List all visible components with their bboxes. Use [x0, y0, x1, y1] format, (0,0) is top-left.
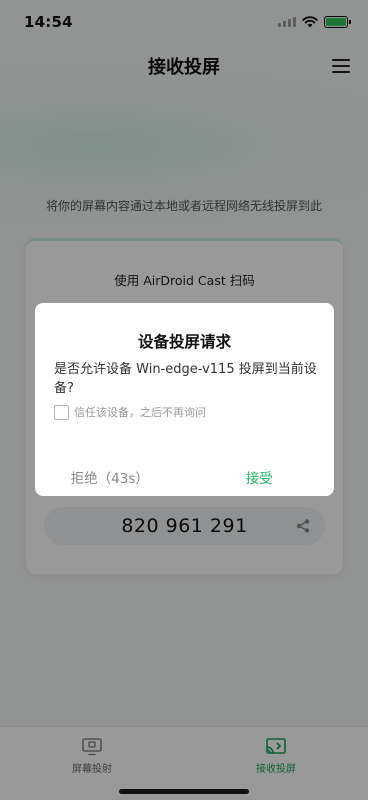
dialog-title: 设备投屏请求 — [137, 333, 231, 351]
reject-button[interactable]: 拒绝（43s） — [35, 467, 185, 487]
trust-device-label: 信任该设备，之后不再询问 — [74, 406, 206, 419]
trust-device-checkbox[interactable] — [54, 404, 69, 420]
home-indicator[interactable] — [119, 789, 249, 794]
trust-device-option[interactable]: 信任该设备，之后不再询问 — [54, 404, 206, 420]
accept-button[interactable]: 接受 — [185, 467, 335, 487]
dialog-actions: 拒绝（43s） 接受 — [35, 467, 334, 487]
cast-request-dialog: 设备投屏请求 是否允许设备 Win-edge-v115 投屏到当前设备? 信任该… — [35, 303, 334, 496]
dialog-message: 是否允许设备 Win-edge-v115 投屏到当前设备? — [54, 362, 317, 396]
